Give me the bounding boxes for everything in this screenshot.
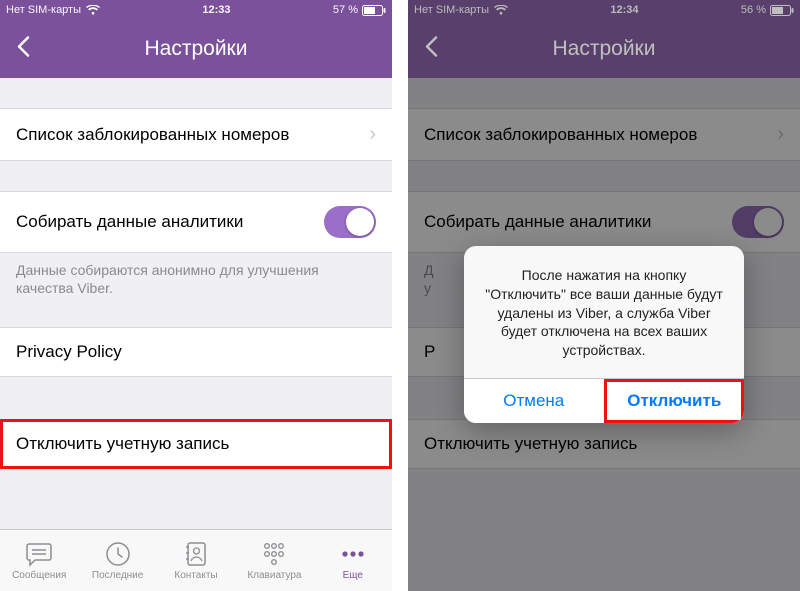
nav-bar: Настройки <box>0 20 392 78</box>
battery-icon <box>362 5 386 16</box>
confirm-deactivate-button[interactable]: Отключить <box>604 379 745 423</box>
carrier-label: Нет SIM-карты <box>6 4 81 16</box>
carrier-label: Нет SIM-карты <box>414 4 489 16</box>
status-bar: Нет SIM-карты 12:34 56 % <box>408 0 800 20</box>
wifi-icon <box>86 5 100 15</box>
battery-label: 56 % <box>741 4 766 16</box>
analytics-footer: Данные собираются анонимно для улучшения… <box>0 253 392 297</box>
row-label: Список заблокированных номеров <box>16 125 289 145</box>
wifi-icon <box>494 5 508 15</box>
phone-left: Нет SIM-карты 12:33 57 % Настройки Списо… <box>0 0 392 591</box>
messages-icon <box>25 540 53 568</box>
tab-keypad[interactable]: Клавиатура <box>235 540 313 581</box>
battery-label: 57 % <box>333 4 358 16</box>
tab-label: Контакты <box>174 570 217 581</box>
modal-overlay: После нажатия на кнопку "Отключить" все … <box>408 78 800 591</box>
tab-label: Сообщения <box>12 570 66 581</box>
back-button[interactable] <box>416 28 446 71</box>
tab-more[interactable]: Еще <box>314 540 392 581</box>
deactivate-alert: После нажатия на кнопку "Отключить" все … <box>464 246 744 423</box>
alert-message: После нажатия на кнопку "Отключить" все … <box>464 246 744 378</box>
keypad-icon <box>261 540 287 568</box>
chevron-right-icon: › <box>369 123 376 146</box>
row-analytics-toggle[interactable]: Собирать данные аналитики <box>0 191 392 253</box>
analytics-toggle[interactable] <box>324 206 376 238</box>
row-deactivate-account[interactable]: Отключить учетную запись <box>0 419 392 469</box>
tab-label: Еще <box>343 570 363 581</box>
settings-list: Список заблокированных номеров › Собират… <box>0 78 392 529</box>
page-title: Настройки <box>408 37 800 61</box>
tab-label: Клавиатура <box>247 570 301 581</box>
tab-messages[interactable]: Сообщения <box>0 540 78 581</box>
clock: 12:33 <box>202 4 230 16</box>
page-title: Настройки <box>0 37 392 61</box>
row-privacy-policy[interactable]: Privacy Policy <box>0 327 392 377</box>
contacts-icon <box>184 540 208 568</box>
tab-label: Последние <box>92 570 143 581</box>
row-label: Privacy Policy <box>16 342 122 362</box>
phone-right: Нет SIM-карты 12:34 56 % Настройки Списо… <box>408 0 800 591</box>
back-button[interactable] <box>8 28 38 71</box>
status-bar: Нет SIM-карты 12:33 57 % <box>0 0 392 20</box>
nav-bar: Настройки <box>408 20 800 78</box>
cancel-button[interactable]: Отмена <box>464 379 604 423</box>
clock-icon <box>105 540 131 568</box>
tab-contacts[interactable]: Контакты <box>157 540 235 581</box>
more-icon <box>340 540 366 568</box>
tab-bar: Сообщения Последние Контакты Клавиатура … <box>0 529 392 591</box>
battery-icon <box>770 5 794 16</box>
clock: 12:34 <box>610 4 638 16</box>
row-blocked-numbers[interactable]: Список заблокированных номеров › <box>0 108 392 161</box>
row-label: Собирать данные аналитики <box>16 212 243 232</box>
tab-recent[interactable]: Последние <box>78 540 156 581</box>
row-label: Отключить учетную запись <box>16 434 229 454</box>
